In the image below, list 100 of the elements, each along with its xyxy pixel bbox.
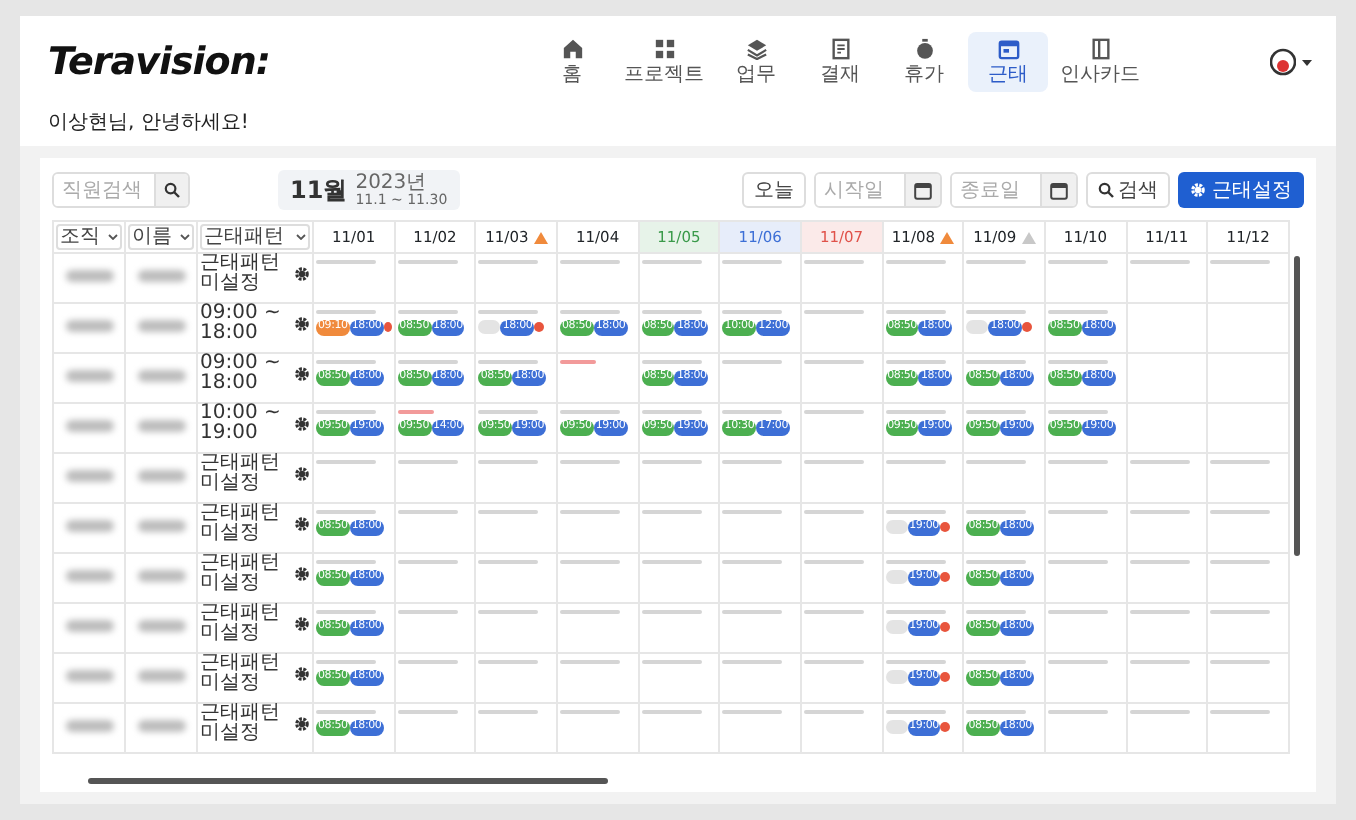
input-field[interactable]: 시작일 <box>814 172 942 208</box>
calendar-cell[interactable] <box>1126 553 1208 603</box>
calendar-cell[interactable] <box>1044 503 1127 553</box>
calendar-cell[interactable] <box>719 253 801 303</box>
calendar-cell[interactable] <box>1126 303 1208 353</box>
calendar-cell[interactable] <box>1126 603 1208 653</box>
calendar-cell[interactable] <box>800 253 883 303</box>
calendar-cell[interactable] <box>1044 253 1127 303</box>
calendar-cell[interactable] <box>638 253 720 303</box>
calendar-cell[interactable] <box>313 453 395 503</box>
calendar-cell[interactable] <box>1126 353 1208 403</box>
filter-dropdown[interactable]: 근태패턴 <box>200 224 310 250</box>
calendar-cell[interactable] <box>1207 553 1289 603</box>
calendar-cell[interactable] <box>475 703 557 753</box>
nav-tab[interactable]: 프로젝트 <box>616 32 712 92</box>
calendar-cell[interactable] <box>963 253 1045 303</box>
search-icon[interactable] <box>164 182 180 198</box>
calendar-cell[interactable] <box>394 503 476 553</box>
calendar-cell[interactable] <box>1207 303 1289 353</box>
calendar-cell[interactable] <box>638 553 720 603</box>
calendar-cell[interactable] <box>556 653 639 703</box>
settings-icon[interactable] <box>294 466 310 482</box>
settings-button[interactable]: 근태설정 <box>1178 172 1304 208</box>
filter-dropdown[interactable]: 이름 <box>128 224 194 250</box>
calendar-cell[interactable] <box>475 253 557 303</box>
calendar-cell[interactable] <box>556 353 639 403</box>
calendar-cell[interactable] <box>1207 253 1289 303</box>
calendar-cell[interactable] <box>556 503 639 553</box>
nav-tab[interactable]: 홈 <box>532 32 612 92</box>
today-button[interactable]: 오늘 <box>742 172 806 208</box>
settings-icon[interactable] <box>294 316 310 332</box>
calendar-cell[interactable] <box>1044 653 1127 703</box>
calendar-cell[interactable] <box>475 553 557 603</box>
calendar-cell[interactable] <box>313 253 395 303</box>
settings-icon[interactable] <box>294 666 310 682</box>
calendar-cell[interactable] <box>882 453 964 503</box>
calendar-cell[interactable] <box>556 703 639 753</box>
settings-icon[interactable] <box>294 716 310 732</box>
calendar-cell[interactable] <box>1207 353 1289 403</box>
calendar-cell[interactable] <box>1207 503 1289 553</box>
calendar-cell[interactable] <box>719 353 801 403</box>
settings-icon[interactable] <box>294 616 310 632</box>
nav-tab[interactable]: 인사카드 <box>1052 32 1148 92</box>
settings-icon[interactable] <box>294 416 310 432</box>
calendar-cell[interactable] <box>800 453 883 503</box>
calendar-cell[interactable] <box>882 253 964 303</box>
calendar-cell[interactable] <box>1044 453 1127 503</box>
calendar-cell[interactable] <box>394 453 476 503</box>
calendar-cell[interactable] <box>963 453 1045 503</box>
calendar-cell[interactable] <box>1126 653 1208 703</box>
calendar-cell[interactable] <box>1044 703 1127 753</box>
avatar-icon[interactable] <box>1270 48 1296 76</box>
calendar-cell[interactable] <box>719 603 801 653</box>
scrollbar-thumb[interactable] <box>1294 256 1300 556</box>
calendar-cell[interactable] <box>638 653 720 703</box>
calendar-cell[interactable] <box>638 703 720 753</box>
calendar-cell[interactable] <box>394 653 476 703</box>
settings-icon[interactable] <box>294 266 310 282</box>
calendar-cell[interactable] <box>1126 503 1208 553</box>
calendar-cell[interactable] <box>719 503 801 553</box>
calendar-cell[interactable] <box>719 553 801 603</box>
calendar-cell[interactable] <box>800 653 883 703</box>
scrollbar-thumb[interactable] <box>88 778 608 784</box>
calendar-cell[interactable] <box>719 453 801 503</box>
calendar-cell[interactable] <box>719 653 801 703</box>
calendar-cell[interactable] <box>638 603 720 653</box>
calendar-cell[interactable] <box>1207 703 1289 753</box>
calendar-cell[interactable] <box>1126 453 1208 503</box>
calendar-cell[interactable] <box>800 703 883 753</box>
calendar-cell[interactable] <box>394 703 476 753</box>
nav-tab[interactable]: 업무 <box>716 32 796 92</box>
input-field[interactable]: 직원검색 <box>52 172 190 208</box>
input-field[interactable]: 종료일 <box>950 172 1078 208</box>
calendar-cell[interactable] <box>475 453 557 503</box>
calendar-cell[interactable] <box>638 453 720 503</box>
calendar-cell[interactable] <box>800 603 883 653</box>
calendar-cell[interactable] <box>475 503 557 553</box>
calendar-cell[interactable] <box>638 503 720 553</box>
nav-tab[interactable]: 휴가 <box>884 32 964 92</box>
calendar-icon[interactable] <box>1050 181 1068 199</box>
calendar-cell[interactable] <box>394 253 476 303</box>
calendar-cell[interactable] <box>1207 403 1289 453</box>
calendar-cell[interactable] <box>719 703 801 753</box>
calendar-cell[interactable] <box>1126 703 1208 753</box>
calendar-cell[interactable] <box>800 553 883 603</box>
calendar-cell[interactable] <box>1207 603 1289 653</box>
caret-icon[interactable] <box>1302 59 1312 65</box>
calendar-cell[interactable] <box>556 553 639 603</box>
filter-dropdown[interactable]: 조직 <box>56 224 122 250</box>
calendar-cell[interactable] <box>1044 603 1127 653</box>
calendar-cell[interactable] <box>556 603 639 653</box>
calendar-cell[interactable] <box>800 503 883 553</box>
settings-icon[interactable] <box>294 516 310 532</box>
calendar-cell[interactable] <box>800 353 883 403</box>
nav-tab[interactable]: 결재 <box>800 32 880 92</box>
nav-tab[interactable]: 근태 <box>968 32 1048 92</box>
calendar-cell[interactable] <box>1126 403 1208 453</box>
calendar-cell[interactable] <box>800 303 883 353</box>
calendar-cell[interactable] <box>556 253 639 303</box>
calendar-cell[interactable] <box>800 403 883 453</box>
